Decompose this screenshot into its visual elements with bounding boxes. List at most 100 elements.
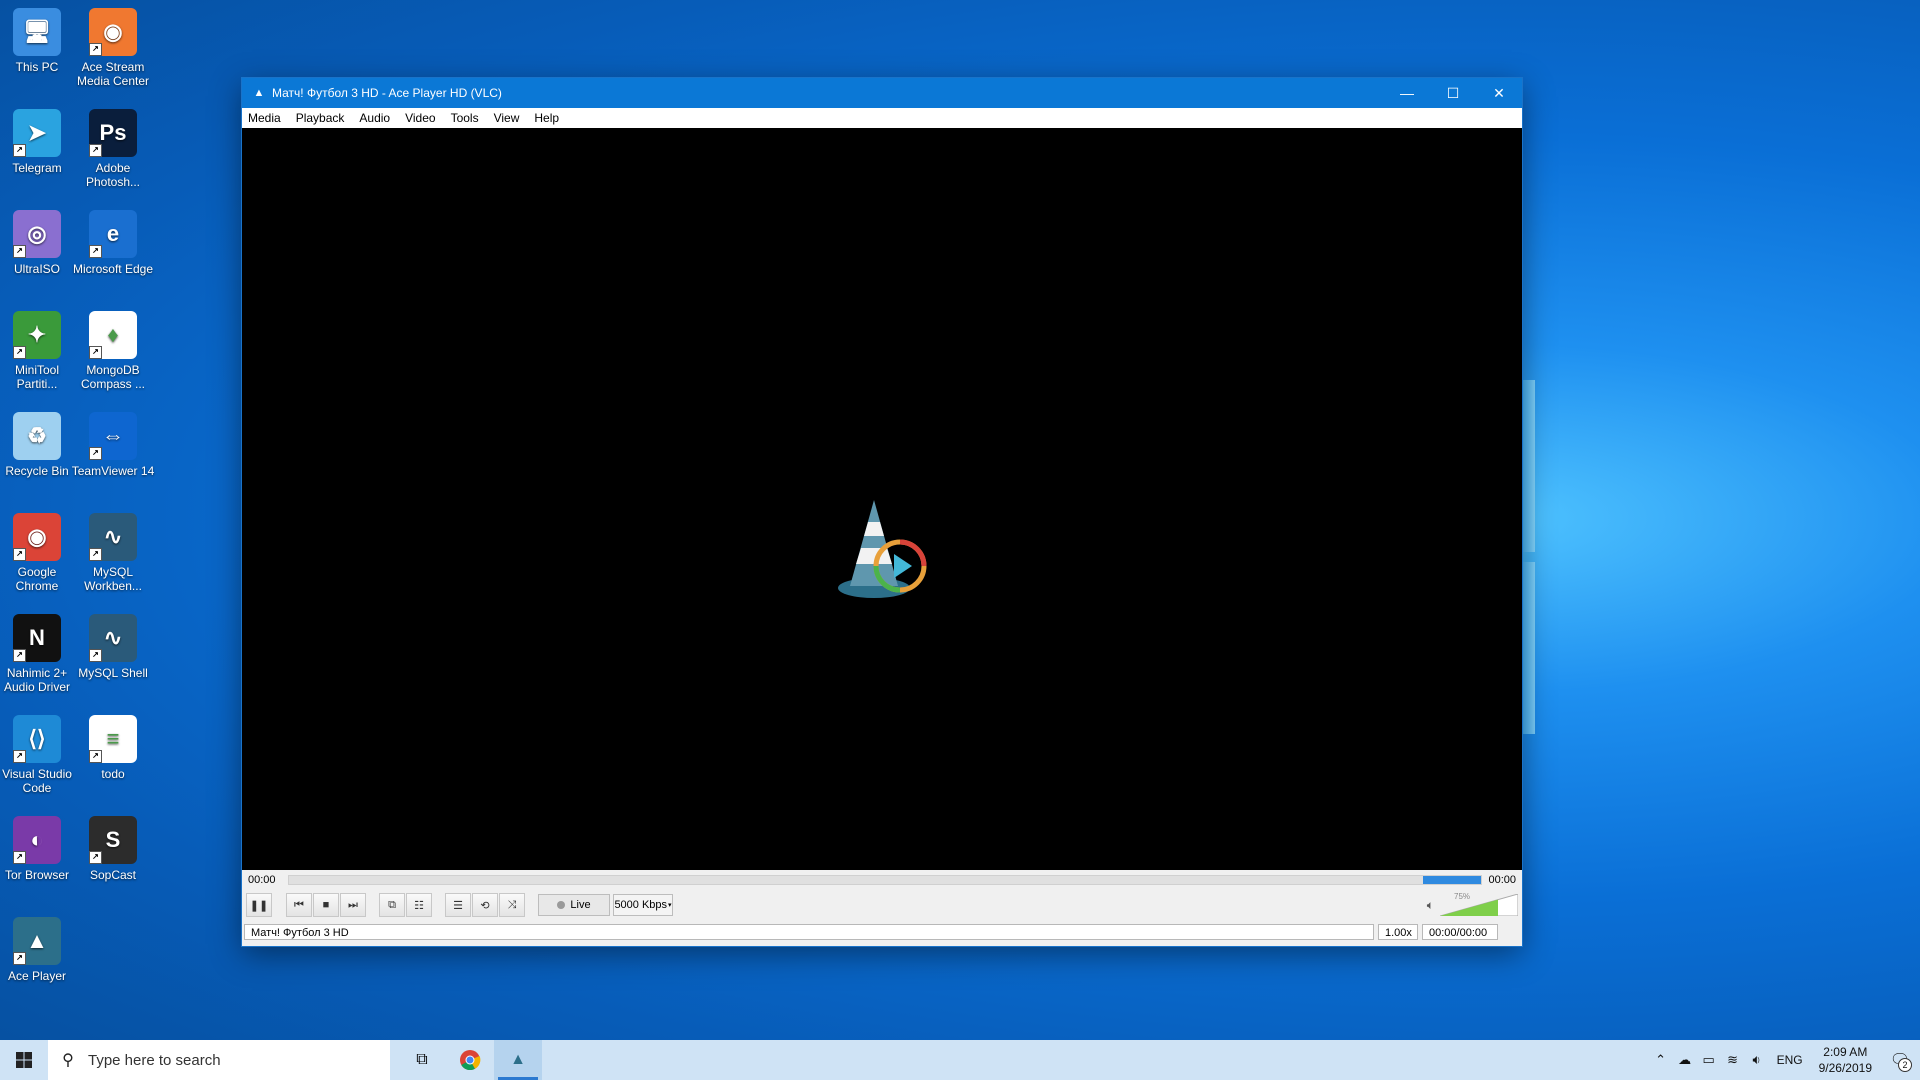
ace-stream-icon: ◉ ↗ — [89, 8, 137, 56]
desktop-icon-label: Microsoft Edge — [72, 262, 154, 276]
text-file-icon: ≡ ↗ — [89, 715, 137, 763]
mysql-workbench-icon: ∿ ↗ — [89, 513, 137, 561]
shortcut-arrow-icon: ↗ — [89, 750, 102, 763]
desktop-icon-label: Tor Browser — [4, 868, 69, 882]
seek-slider[interactable] — [288, 875, 1483, 885]
desktop-icon[interactable]: S ↗ SopCast — [71, 816, 155, 882]
photoshop-icon: Ps ↗ — [89, 109, 137, 157]
speaker-icon[interactable]: 🔈︎ — [1427, 898, 1434, 913]
maximize-button[interactable]: ☐ — [1430, 78, 1476, 108]
live-label: Live — [570, 899, 591, 911]
desktop-icon[interactable]: e ↗ Microsoft Edge — [71, 210, 155, 276]
desktop-icon-label: MySQL Shell — [78, 666, 148, 680]
battery-icon[interactable]: ▭ — [1697, 1052, 1721, 1068]
shortcut-arrow-icon: ↗ — [13, 144, 26, 157]
status-time[interactable]: 00:00/00:00 — [1422, 924, 1498, 940]
extended-settings-button[interactable]: ☷ — [406, 893, 432, 917]
loop-button[interactable]: ⟲ — [472, 893, 498, 917]
playback-speed[interactable]: 1.00x — [1378, 924, 1418, 940]
chrome-icon: ◉ ↗ — [13, 513, 61, 561]
telegram-icon: ➤ ↗ — [13, 109, 61, 157]
cloud-icon[interactable]: ☁ — [1673, 1052, 1697, 1068]
minimize-button[interactable]: — — [1384, 78, 1430, 108]
desktop-icon-label: SopCast — [89, 868, 137, 882]
chevron-up-icon[interactable]: ⌃ — [1649, 1052, 1673, 1068]
bitrate-selector[interactable]: 5000 Kbps ▾ — [613, 894, 673, 916]
search-box[interactable]: ⚲ Type here to search — [48, 1040, 390, 1080]
action-center-button[interactable]: 🗨︎ 2 — [1880, 1040, 1920, 1080]
desktop-icon[interactable]: ◉ ↗ Ace Stream Media Center — [71, 8, 155, 88]
desktop-icon[interactable]: ➤ ↗ Telegram — [0, 109, 79, 175]
wifi-icon[interactable]: ≋ — [1721, 1052, 1745, 1068]
desktop-icon-label: MiniTool Partiti... — [14, 363, 59, 391]
desktop-icon[interactable]: ▲ ↗ Ace Player — [0, 917, 79, 983]
mysql-shell-icon: ∿ ↗ — [89, 614, 137, 662]
language-indicator[interactable]: ENG — [1777, 1053, 1803, 1067]
start-button[interactable] — [0, 1040, 48, 1080]
desktop-icon[interactable]: ⇔ ↗ TeamViewer 14 — [71, 412, 155, 478]
teamviewer-icon: ⇔ ↗ — [89, 412, 137, 460]
next-button[interactable]: ⏭ — [340, 893, 366, 917]
ace-player-window: ▲ Матч! Футбол 3 HD - Ace Player HD (VLC… — [242, 78, 1522, 946]
desktop-icon[interactable]: ∿ ↗ MySQL Shell — [71, 614, 155, 680]
menu-help[interactable]: Help — [534, 111, 559, 125]
seek-row: 00:00 00:00 — [242, 872, 1522, 888]
menu-view[interactable]: View — [494, 111, 520, 125]
taskbar-ace-player[interactable]: ▲ — [494, 1040, 542, 1080]
desktop-icon[interactable]: Ps ↗ Adobe Photosh... — [71, 109, 155, 189]
shortcut-arrow-icon: ↗ — [13, 952, 26, 965]
stop-button[interactable]: ■ — [313, 893, 339, 917]
video-area[interactable] — [242, 128, 1522, 870]
taskbar: ⚲ Type here to search ⧉ ▲ ⌃ ☁ ▭ ≋ 🔉︎ ENG… — [0, 1040, 1920, 1080]
live-button[interactable]: Live — [538, 894, 610, 916]
recycle-bin-icon: ♻ — [13, 412, 61, 460]
desktop-icon[interactable]: ◉ ↗ Google Chrome — [0, 513, 79, 593]
shortcut-arrow-icon: ↗ — [89, 548, 102, 561]
disc-icon: ◎ ↗ — [13, 210, 61, 258]
shortcut-arrow-icon: ↗ — [13, 346, 26, 359]
volume-icon[interactable]: 🔉︎ — [1745, 1052, 1769, 1068]
desktop-icon-label: Telegram — [12, 161, 62, 175]
mongodb-icon: ♦ ↗ — [89, 311, 137, 359]
total-time: 00:00 — [1488, 874, 1516, 886]
desktop-icon[interactable]: ≡ ↗ todo — [71, 715, 155, 781]
shortcut-arrow-icon: ↗ — [13, 750, 26, 763]
windows-icon — [16, 1052, 32, 1068]
pause-button[interactable]: ❚❚ — [246, 893, 272, 917]
status-stream-name: Матч! Футбол 3 HD — [244, 924, 1374, 940]
menu-audio[interactable]: Audio — [359, 111, 390, 125]
fullscreen-button[interactable]: ⧉ — [379, 893, 405, 917]
desktop-icon-label: Nahimic 2+ Audio Driver — [3, 666, 71, 694]
task-view-icon: ⧉ — [416, 1051, 428, 1068]
search-placeholder: Type here to search — [88, 1051, 221, 1069]
clock[interactable]: 2:09 AM 9/26/2019 — [1819, 1044, 1872, 1076]
live-indicator-icon — [557, 901, 566, 909]
vlc-cone-icon: ▲ — [253, 87, 265, 99]
menu-tools[interactable]: Tools — [451, 111, 479, 125]
taskbar-chrome[interactable] — [446, 1040, 494, 1080]
menu-bar: Media Playback Audio Video Tools View He… — [242, 108, 1522, 128]
sopcast-icon: S ↗ — [89, 816, 137, 864]
volume-slider[interactable]: 75% — [1439, 892, 1519, 917]
shuffle-button[interactable]: ⤨ — [499, 893, 525, 917]
close-button[interactable]: ✕ — [1476, 78, 1522, 108]
desktop-icon[interactable]: ∿ ↗ MySQL Workben... — [71, 513, 155, 593]
desktop-icon[interactable]: ◎ ↗ UltraISO — [0, 210, 79, 276]
desktop-icon[interactable]: N ↗ Nahimic 2+ Audio Driver — [0, 614, 79, 694]
desktop-icon[interactable]: ⟨⟩ ↗ Visual Studio Code — [0, 715, 79, 795]
desktop-icon-label: This PC — [15, 60, 59, 74]
playlist-button[interactable]: ☰ — [445, 893, 471, 917]
menu-video[interactable]: Video — [405, 111, 435, 125]
desktop-icon[interactable]: ♻ Recycle Bin — [0, 412, 79, 478]
desktop-icon[interactable]: 🖥 This PC — [0, 8, 79, 74]
desktop-icon[interactable]: ✦ ↗ MiniTool Partiti... — [0, 311, 79, 391]
desktop-icon[interactable]: ◐ ↗ Tor Browser — [0, 816, 79, 882]
control-bar: ❚❚ ⏮ ■ ⏭ ⧉ ☷ ☰ ⟲ ⤨ Live 5000 Kbps ▾ 🔈︎ 75… — [242, 890, 1522, 920]
previous-button[interactable]: ⏮ — [286, 893, 312, 917]
task-view-button[interactable]: ⧉ — [398, 1040, 446, 1080]
title-bar[interactable]: ▲ Матч! Футбол 3 HD - Ace Player HD (VLC… — [242, 78, 1522, 108]
desktop-icon[interactable]: ♦ ↗ MongoDB Compass ... — [71, 311, 155, 391]
menu-playback[interactable]: Playback — [296, 111, 345, 125]
clock-date: 9/26/2019 — [1818, 1061, 1872, 1075]
menu-media[interactable]: Media — [248, 111, 281, 125]
